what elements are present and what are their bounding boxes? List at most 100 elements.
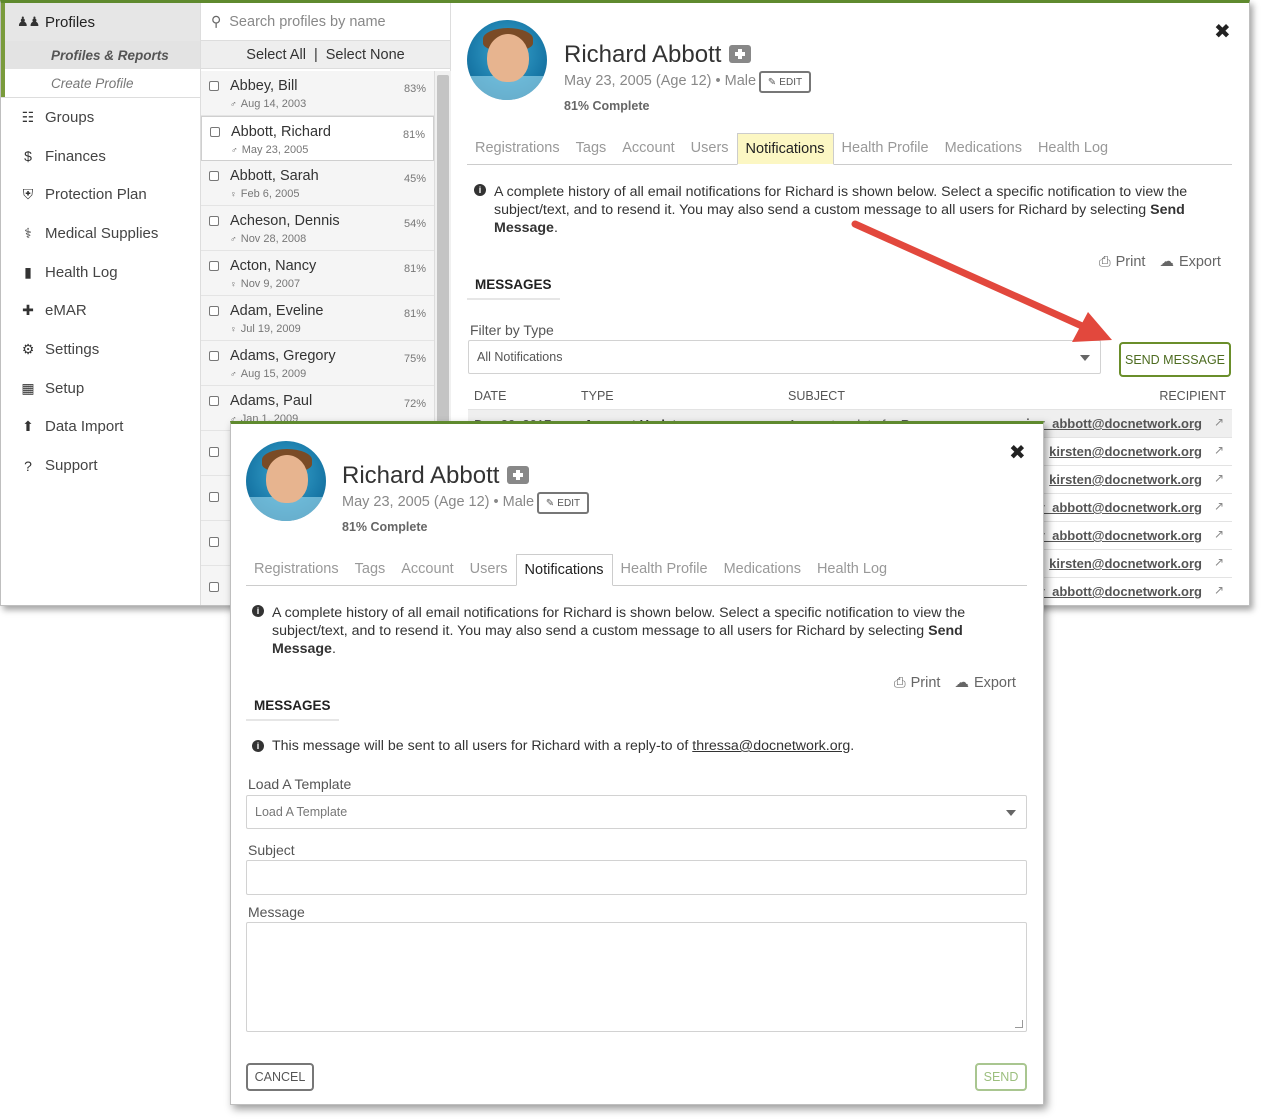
- external-link-icon[interactable]: ↗: [1214, 471, 1224, 485]
- row-recipient[interactable]: kirsten@docnetwork.org: [1049, 444, 1202, 459]
- checkbox[interactable]: [209, 582, 219, 592]
- resize-handle[interactable]: [1015, 1020, 1023, 1028]
- filter-select[interactable]: All Notifications: [468, 340, 1101, 374]
- external-link-icon[interactable]: ↗: [1214, 527, 1224, 541]
- checkbox[interactable]: [209, 351, 219, 361]
- sidebar-item-label: Setup: [45, 379, 85, 397]
- tab-account[interactable]: Account: [614, 132, 682, 164]
- users-icon: ♟♟: [17, 14, 41, 29]
- sidebar-item-setup[interactable]: ▦ Setup: [1, 369, 200, 408]
- checkbox[interactable]: [209, 537, 219, 547]
- sidebar-item-profiles[interactable]: ♟♟ Profiles: [1, 3, 200, 41]
- sidebar-item-groups[interactable]: ☷ Groups: [1, 98, 200, 137]
- close-icon[interactable]: ✖: [1214, 19, 1231, 44]
- profile-dob-text: Nov 28, 2008: [240, 233, 307, 245]
- search-input[interactable]: ⚲ Search profiles by name: [201, 3, 450, 41]
- external-link-icon[interactable]: ↗: [1214, 415, 1224, 429]
- tab-medications[interactable]: Medications: [716, 553, 809, 585]
- checkbox[interactable]: [209, 447, 219, 457]
- profile-name: Abbott, Sarah: [230, 168, 319, 184]
- list-item[interactable]: Adams, Gregory ♂ Aug 15, 2009 75%: [201, 341, 434, 386]
- reply-to-email-link[interactable]: thressa@docnetwork.org: [692, 738, 850, 754]
- sidebar-item-label: Health Log: [45, 263, 118, 281]
- checkbox[interactable]: [209, 81, 219, 91]
- tab-health-profile[interactable]: Health Profile: [834, 132, 937, 164]
- sidebar-subitem-create-profile[interactable]: Create Profile: [5, 69, 200, 97]
- select-all-link[interactable]: Select All: [246, 47, 306, 63]
- export-button[interactable]: ☁ Export: [954, 675, 1015, 691]
- col-recipient[interactable]: RECIPIENT: [1159, 389, 1226, 403]
- col-type[interactable]: TYPE: [581, 389, 614, 403]
- sidebar-item-label: Finances: [45, 147, 106, 165]
- select-none-link[interactable]: Select None: [326, 47, 405, 63]
- tab-users[interactable]: Users: [462, 553, 516, 585]
- external-link-icon[interactable]: ↗: [1214, 443, 1224, 457]
- tab-health-log[interactable]: Health Log: [809, 553, 895, 585]
- subject-input[interactable]: [246, 860, 1027, 895]
- info-message-bold: Message: [272, 641, 332, 657]
- print-button[interactable]: ⎙ Print: [1099, 254, 1145, 270]
- checkbox[interactable]: [209, 261, 219, 271]
- row-recipient[interactable]: joy_abbott@docnetwork.org: [1026, 500, 1202, 515]
- sidebar-item-health-log[interactable]: ▮ Health Log: [1, 253, 200, 292]
- row-recipient[interactable]: joy_abbott@docnetwork.org: [1026, 584, 1202, 599]
- edit-button[interactable]: ✎ EDIT: [537, 492, 589, 514]
- list-item-selected[interactable]: Abbott, Richard ♂ May 23, 2005 81%: [201, 116, 434, 161]
- gender-icon: ♀: [230, 189, 237, 199]
- tab-account[interactable]: Account: [393, 553, 461, 585]
- col-date[interactable]: DATE: [474, 389, 506, 403]
- message-textarea[interactable]: [246, 922, 1027, 1032]
- row-recipient[interactable]: joy_abbott@docnetwork.org: [1026, 528, 1202, 543]
- template-placeholder: Load A Template: [255, 805, 348, 819]
- sidebar-item-settings[interactable]: ⚙ Settings: [1, 330, 200, 369]
- tab-health-log[interactable]: Health Log: [1030, 132, 1116, 164]
- external-link-icon[interactable]: ↗: [1214, 555, 1224, 569]
- tab-bar: Registrations Tags Account Users Notific…: [246, 554, 1027, 586]
- checkbox[interactable]: [209, 171, 219, 181]
- send-message-button[interactable]: SEND MESSAGE: [1119, 342, 1231, 377]
- print-button[interactable]: ⎙ Print: [894, 675, 940, 691]
- list-item[interactable]: Acton, Nancy ♀ Nov 9, 2007 81%: [201, 251, 434, 296]
- list-item[interactable]: Acheson, Dennis ♂ Nov 28, 2008 54%: [201, 206, 434, 251]
- sidebar-item-support[interactable]: ? Support: [1, 446, 200, 485]
- tab-tags[interactable]: Tags: [347, 553, 394, 585]
- sidebar-subitem-profiles-reports[interactable]: Profiles & Reports: [5, 41, 200, 69]
- row-recipient[interactable]: kirsten@docnetwork.org: [1049, 472, 1202, 487]
- tab-health-profile[interactable]: Health Profile: [613, 553, 716, 585]
- tab-tags[interactable]: Tags: [568, 132, 615, 164]
- col-subject[interactable]: SUBJECT: [788, 389, 845, 403]
- tab-notifications[interactable]: Notifications: [515, 554, 613, 586]
- checkbox[interactable]: [209, 396, 219, 406]
- edit-button[interactable]: ✎ EDIT: [759, 71, 811, 93]
- tab-users[interactable]: Users: [683, 132, 737, 164]
- gender-icon: ♀: [230, 324, 237, 334]
- tab-registrations[interactable]: Registrations: [467, 132, 568, 164]
- sidebar-item-finances[interactable]: $ Finances: [1, 137, 200, 176]
- sidebar-item-emar[interactable]: ✚ eMAR: [1, 291, 200, 330]
- checkbox[interactable]: [209, 306, 219, 316]
- tab-notifications[interactable]: Notifications: [736, 133, 834, 165]
- avatar-face: [266, 455, 308, 503]
- close-icon[interactable]: ✖: [1009, 440, 1026, 465]
- cancel-button[interactable]: CANCEL: [246, 1063, 314, 1091]
- export-button[interactable]: ☁ Export: [1159, 254, 1220, 270]
- profile-name-heading: Richard Abbott: [564, 41, 752, 69]
- list-item[interactable]: Abbey, Bill ♂ Aug 14, 2003 83%: [201, 71, 434, 116]
- row-recipient[interactable]: kirsten@docnetwork.org: [1049, 556, 1202, 571]
- checkbox[interactable]: [209, 216, 219, 226]
- checkbox[interactable]: [209, 492, 219, 502]
- row-recipient[interactable]: joy_abbott@docnetwork.org: [1026, 416, 1202, 431]
- list-item[interactable]: Adam, Eveline ♀ Jul 19, 2009 81%: [201, 296, 434, 341]
- send-button[interactable]: SEND: [975, 1063, 1027, 1091]
- list-item[interactable]: Abbott, Sarah ♀ Feb 6, 2005 45%: [201, 161, 434, 206]
- template-select[interactable]: Load A Template: [246, 795, 1027, 829]
- gender-icon: ♂: [230, 99, 237, 109]
- external-link-icon[interactable]: ↗: [1214, 583, 1224, 597]
- external-link-icon[interactable]: ↗: [1214, 499, 1224, 513]
- sidebar-item-data-import[interactable]: ⬆ Data Import: [1, 408, 200, 447]
- tab-medications[interactable]: Medications: [937, 132, 1030, 164]
- sidebar-item-protection-plan[interactable]: ⛨ Protection Plan: [1, 175, 200, 214]
- tab-registrations[interactable]: Registrations: [246, 553, 347, 585]
- checkbox[interactable]: [210, 127, 220, 137]
- sidebar-item-medical-supplies[interactable]: ⚕ Medical Supplies: [1, 214, 200, 253]
